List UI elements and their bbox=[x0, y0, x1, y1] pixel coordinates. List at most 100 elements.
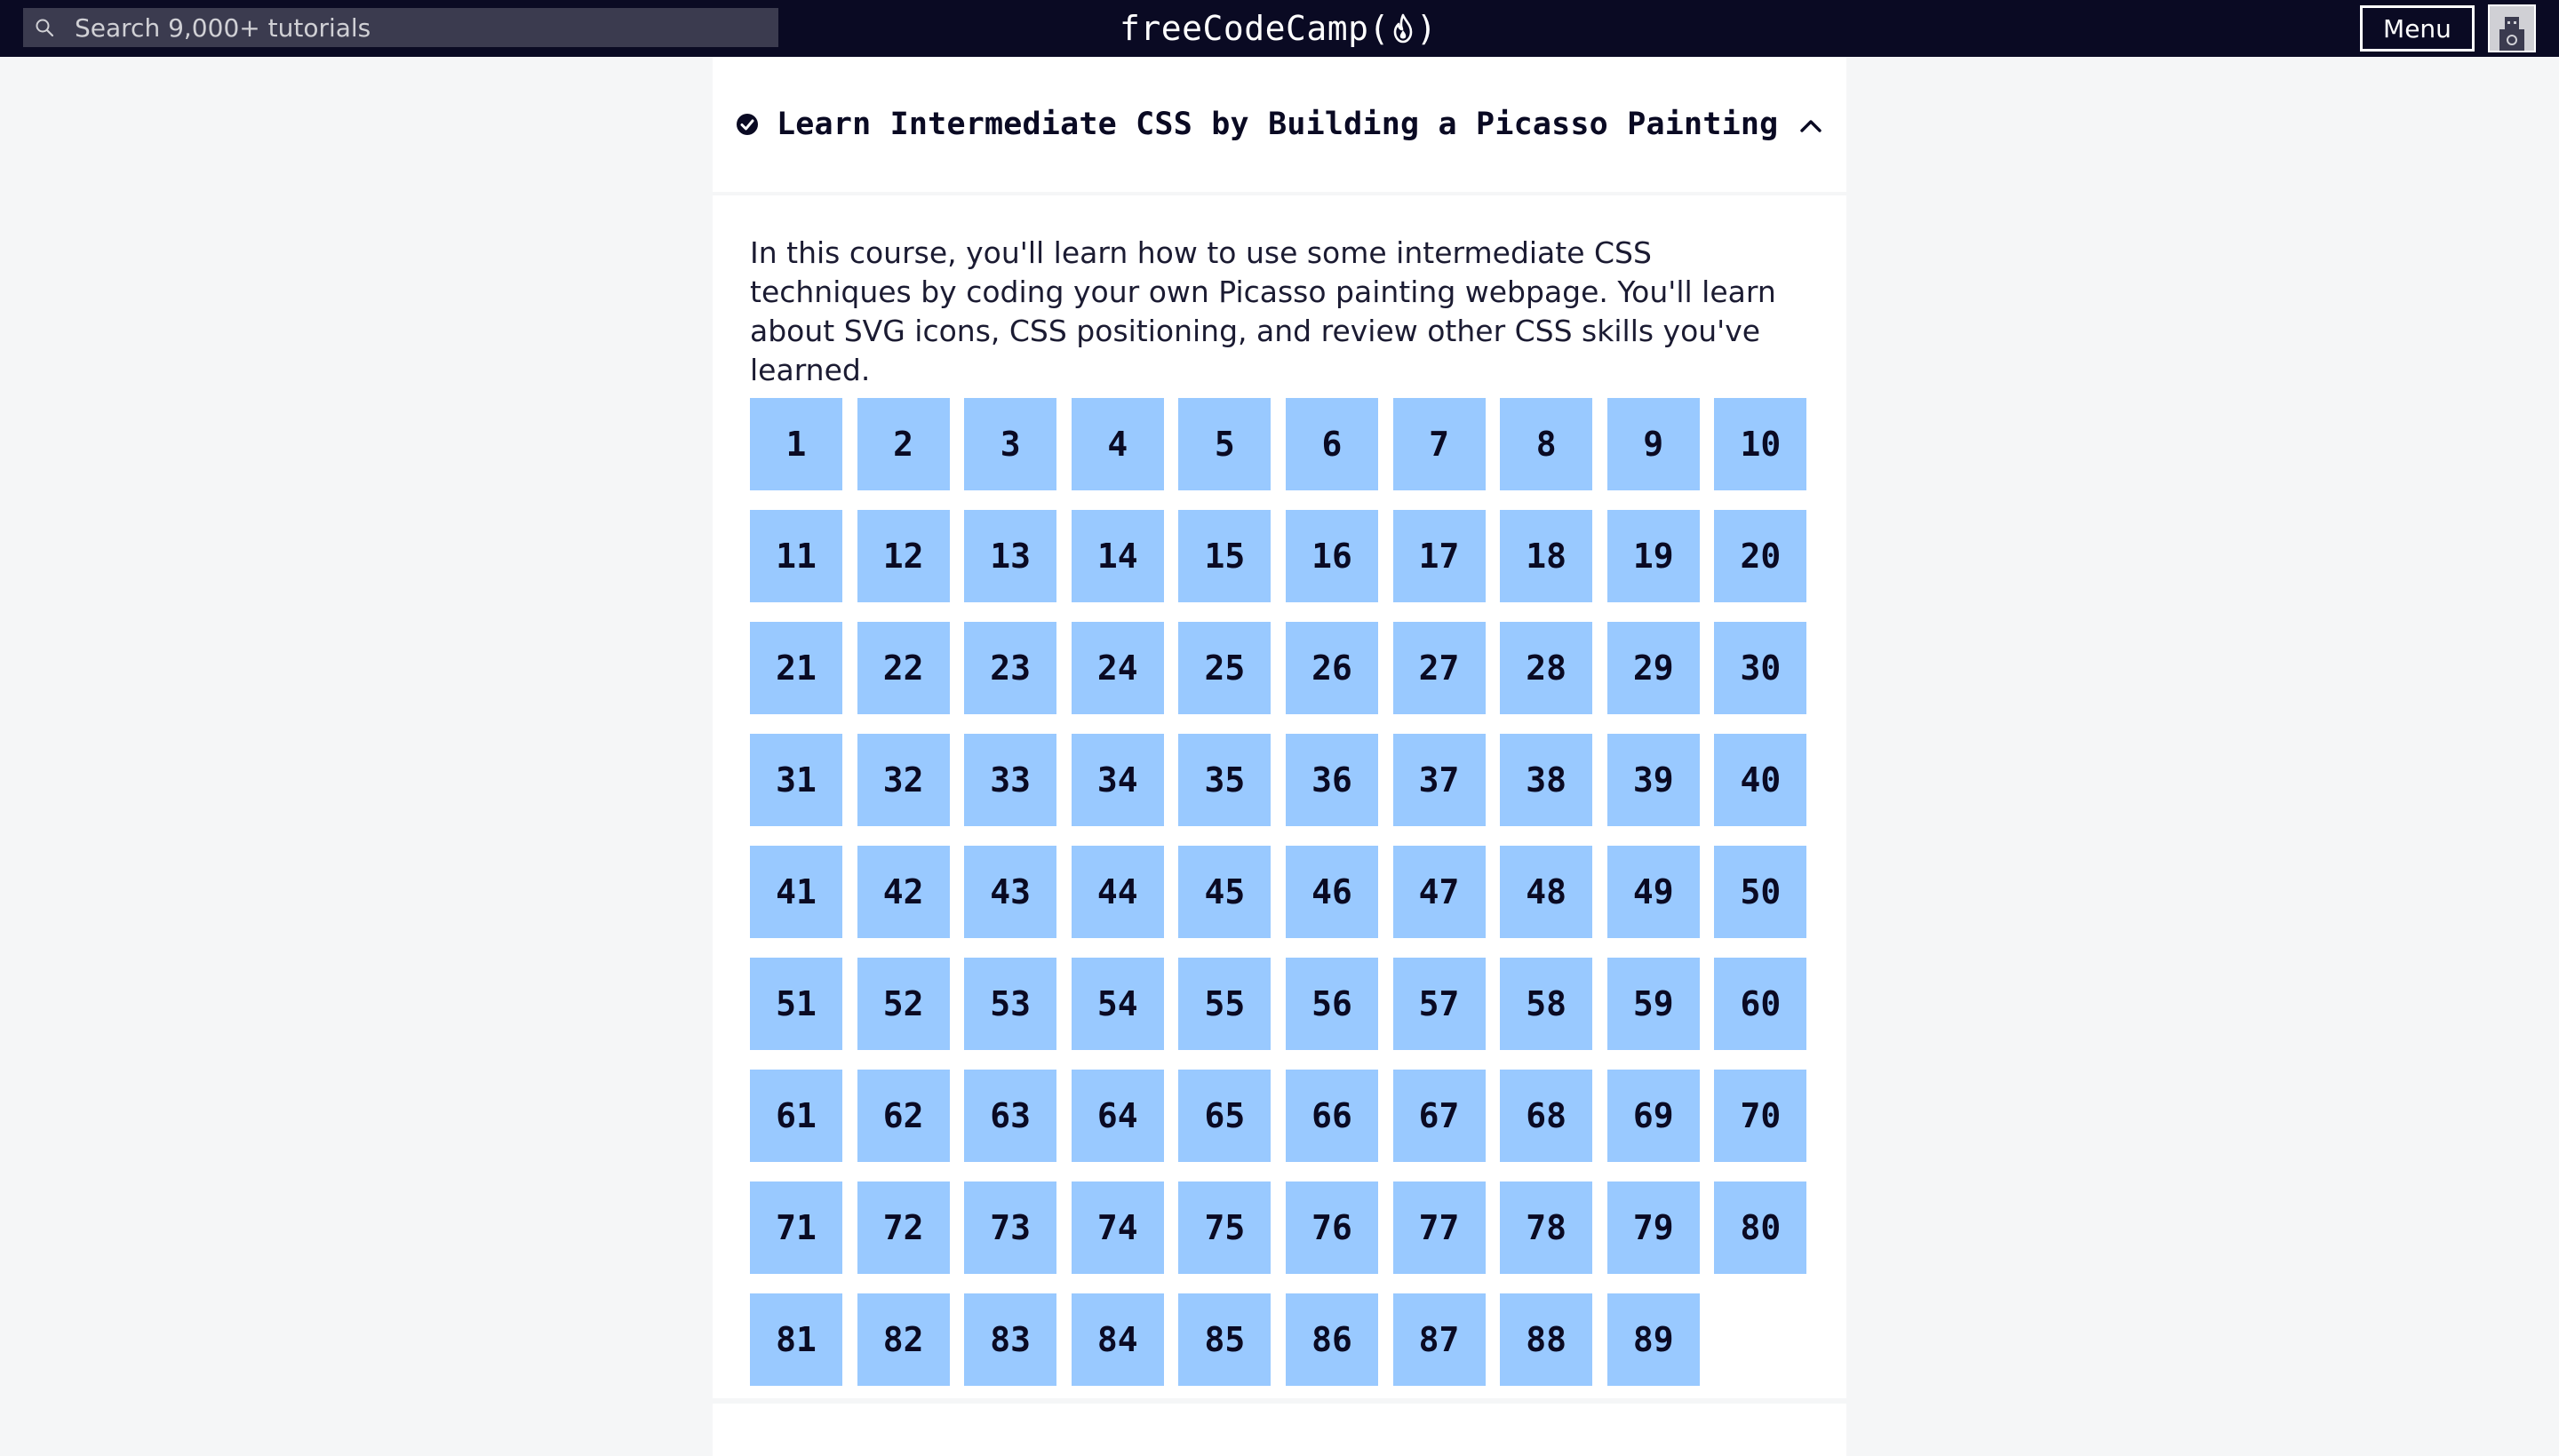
search-bar bbox=[23, 8, 778, 47]
step-button-23[interactable]: 23 bbox=[964, 622, 1057, 714]
step-button-60[interactable]: 60 bbox=[1714, 958, 1807, 1050]
step-button-44[interactable]: 44 bbox=[1071, 846, 1164, 938]
step-button-50[interactable]: 50 bbox=[1714, 846, 1807, 938]
step-button-53[interactable]: 53 bbox=[964, 958, 1057, 1050]
step-button-17[interactable]: 17 bbox=[1392, 510, 1486, 602]
step-button-18[interactable]: 18 bbox=[1500, 510, 1593, 602]
step-button-74[interactable]: 74 bbox=[1071, 1182, 1164, 1274]
step-button-45[interactable]: 45 bbox=[1178, 846, 1272, 938]
step-button-56[interactable]: 56 bbox=[1285, 958, 1378, 1050]
step-button-41[interactable]: 41 bbox=[750, 846, 842, 938]
step-button-48[interactable]: 48 bbox=[1500, 846, 1593, 938]
step-button-83[interactable]: 83 bbox=[964, 1293, 1057, 1386]
step-button-26[interactable]: 26 bbox=[1285, 622, 1378, 714]
step-button-62[interactable]: 62 bbox=[857, 1070, 950, 1162]
step-button-4[interactable]: 4 bbox=[1071, 398, 1164, 490]
step-button-82[interactable]: 82 bbox=[857, 1293, 950, 1386]
step-button-28[interactable]: 28 bbox=[1500, 622, 1593, 714]
step-button-57[interactable]: 57 bbox=[1392, 958, 1486, 1050]
step-button-25[interactable]: 25 bbox=[1178, 622, 1272, 714]
step-button-80[interactable]: 80 bbox=[1714, 1182, 1807, 1274]
step-button-59[interactable]: 59 bbox=[1606, 958, 1700, 1050]
block-description: In this course, you'll learn how to use … bbox=[750, 235, 1776, 387]
step-button-64[interactable]: 64 bbox=[1071, 1070, 1164, 1162]
step-button-46[interactable]: 46 bbox=[1285, 846, 1378, 938]
step-button-13[interactable]: 13 bbox=[964, 510, 1057, 602]
step-button-76[interactable]: 76 bbox=[1285, 1182, 1378, 1274]
step-button-39[interactable]: 39 bbox=[1606, 734, 1700, 826]
step-button-21[interactable]: 21 bbox=[750, 622, 842, 714]
step-button-65[interactable]: 65 bbox=[1178, 1070, 1272, 1162]
step-button-36[interactable]: 36 bbox=[1285, 734, 1378, 826]
menu-button[interactable]: Menu bbox=[2360, 5, 2475, 52]
step-button-75[interactable]: 75 bbox=[1178, 1182, 1272, 1274]
step-button-70[interactable]: 70 bbox=[1714, 1070, 1807, 1162]
step-button-54[interactable]: 54 bbox=[1071, 958, 1164, 1050]
step-button-63[interactable]: 63 bbox=[964, 1070, 1057, 1162]
step-button-20[interactable]: 20 bbox=[1714, 510, 1807, 602]
step-button-27[interactable]: 27 bbox=[1392, 622, 1486, 714]
step-button-42[interactable]: 42 bbox=[857, 846, 950, 938]
step-button-9[interactable]: 9 bbox=[1606, 398, 1700, 490]
step-button-37[interactable]: 37 bbox=[1392, 734, 1486, 826]
step-button-68[interactable]: 68 bbox=[1500, 1070, 1593, 1162]
step-button-38[interactable]: 38 bbox=[1500, 734, 1593, 826]
step-button-5[interactable]: 5 bbox=[1178, 398, 1272, 490]
step-button-43[interactable]: 43 bbox=[964, 846, 1057, 938]
step-button-19[interactable]: 19 bbox=[1606, 510, 1700, 602]
step-button-71[interactable]: 71 bbox=[750, 1182, 842, 1274]
step-button-24[interactable]: 24 bbox=[1071, 622, 1164, 714]
step-button-67[interactable]: 67 bbox=[1392, 1070, 1486, 1162]
step-button-1[interactable]: 1 bbox=[750, 398, 842, 490]
step-button-55[interactable]: 55 bbox=[1178, 958, 1272, 1050]
step-button-15[interactable]: 15 bbox=[1178, 510, 1272, 602]
step-button-77[interactable]: 77 bbox=[1392, 1182, 1486, 1274]
step-button-31[interactable]: 31 bbox=[750, 734, 842, 826]
step-button-49[interactable]: 49 bbox=[1606, 846, 1700, 938]
step-button-85[interactable]: 85 bbox=[1178, 1293, 1272, 1386]
steps-grid: 1 2 3 4 5 6 7 8 9 10 11 12 13 14 15 16 17 18 19 20 21 22 23 24 2… bbox=[750, 398, 1816, 1386]
chevron-up-icon[interactable] bbox=[1797, 112, 1825, 140]
step-button-86[interactable]: 86 bbox=[1285, 1293, 1378, 1386]
step-button-87[interactable]: 87 bbox=[1392, 1293, 1486, 1386]
step-button-34[interactable]: 34 bbox=[1071, 734, 1164, 826]
avatar[interactable] bbox=[2488, 4, 2536, 52]
step-button-32[interactable]: 32 bbox=[857, 734, 950, 826]
step-button-47[interactable]: 47 bbox=[1392, 846, 1486, 938]
step-button-35[interactable]: 35 bbox=[1178, 734, 1272, 826]
step-button-29[interactable]: 29 bbox=[1606, 622, 1700, 714]
step-button-84[interactable]: 84 bbox=[1071, 1293, 1164, 1386]
check-circle-icon bbox=[737, 114, 758, 135]
block-header[interactable]: Learn Intermediate CSS by Building a Pic… bbox=[713, 57, 1846, 195]
step-button-66[interactable]: 66 bbox=[1285, 1070, 1378, 1162]
step-button-51[interactable]: 51 bbox=[750, 958, 842, 1050]
step-button-73[interactable]: 73 bbox=[964, 1182, 1057, 1274]
step-button-2[interactable]: 2 bbox=[857, 398, 950, 490]
step-button-6[interactable]: 6 bbox=[1285, 398, 1378, 490]
step-button-79[interactable]: 79 bbox=[1606, 1182, 1700, 1274]
step-button-30[interactable]: 30 bbox=[1714, 622, 1807, 714]
step-button-14[interactable]: 14 bbox=[1071, 510, 1164, 602]
step-button-22[interactable]: 22 bbox=[857, 622, 950, 714]
step-button-88[interactable]: 88 bbox=[1500, 1293, 1593, 1386]
step-button-61[interactable]: 61 bbox=[750, 1070, 842, 1162]
step-button-52[interactable]: 52 bbox=[857, 958, 950, 1050]
step-button-33[interactable]: 33 bbox=[964, 734, 1057, 826]
step-button-11[interactable]: 11 bbox=[750, 510, 842, 602]
step-button-7[interactable]: 7 bbox=[1392, 398, 1486, 490]
step-button-40[interactable]: 40 bbox=[1714, 734, 1807, 826]
step-button-89[interactable]: 89 bbox=[1606, 1293, 1700, 1386]
step-button-69[interactable]: 69 bbox=[1606, 1070, 1700, 1162]
step-button-8[interactable]: 8 bbox=[1500, 398, 1593, 490]
step-button-10[interactable]: 10 bbox=[1714, 398, 1807, 490]
step-button-81[interactable]: 81 bbox=[750, 1293, 842, 1386]
step-button-58[interactable]: 58 bbox=[1500, 958, 1593, 1050]
logo-text-left: freeCodeCamp( bbox=[1120, 9, 1390, 48]
step-button-3[interactable]: 3 bbox=[964, 398, 1057, 490]
step-button-78[interactable]: 78 bbox=[1500, 1182, 1593, 1274]
freecodecamp-logo[interactable]: freeCodeCamp( ) bbox=[1120, 4, 1437, 53]
step-button-16[interactable]: 16 bbox=[1285, 510, 1378, 602]
step-button-12[interactable]: 12 bbox=[857, 510, 950, 602]
step-button-72[interactable]: 72 bbox=[857, 1182, 950, 1274]
search-input[interactable] bbox=[66, 8, 778, 47]
